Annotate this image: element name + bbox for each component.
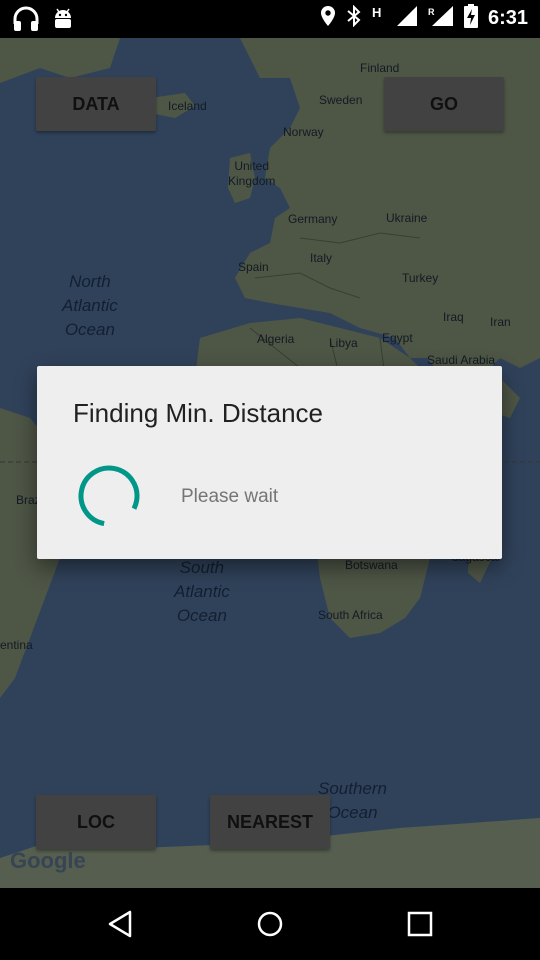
bluetooth-icon (346, 4, 362, 31)
headphones-icon (12, 6, 40, 36)
loading-spinner-icon (78, 465, 140, 527)
navigation-bar (0, 888, 540, 960)
android-icon (52, 6, 74, 36)
network-h-icon: H (372, 5, 386, 31)
status-bar: H R 6:31 (0, 0, 540, 38)
back-icon[interactable] (102, 906, 138, 942)
recents-icon[interactable] (402, 906, 438, 942)
location-icon (320, 5, 336, 31)
svg-text:H: H (372, 5, 381, 20)
dialog-message: Please wait (181, 486, 279, 507)
dialog-title: Finding Min. Distance (73, 398, 323, 428)
progress-dialog: Finding Min. Distance Please wait (37, 366, 502, 559)
signal-icon (396, 5, 418, 31)
battery-charging-icon (463, 4, 478, 32)
clock: 6:31 (487, 6, 528, 29)
home-icon[interactable] (252, 906, 288, 942)
svg-text:R: R (428, 7, 435, 17)
roaming-signal-icon: R (428, 5, 454, 31)
